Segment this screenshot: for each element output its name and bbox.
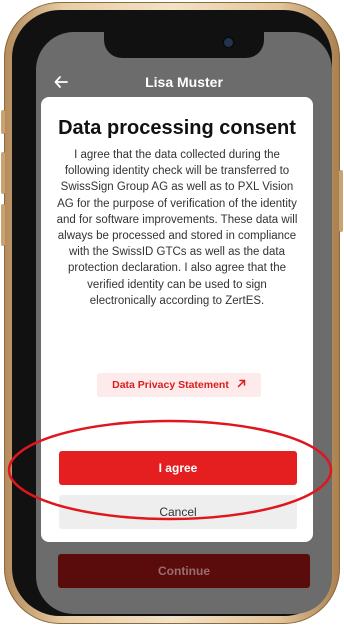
phone-side-button bbox=[1, 152, 5, 194]
camera-icon bbox=[224, 38, 233, 47]
agree-button[interactable]: I agree bbox=[59, 451, 297, 485]
phone-side-button bbox=[1, 110, 5, 134]
privacy-link-label: Data Privacy Statement bbox=[112, 379, 229, 391]
app-header: Lisa Muster bbox=[36, 68, 332, 98]
consent-text: I agree that the data collected during t… bbox=[56, 149, 298, 307]
dialog-title: Data processing consent bbox=[58, 117, 296, 139]
arrow-up-right-icon bbox=[237, 379, 246, 391]
continue-button[interactable]: Continue bbox=[58, 554, 310, 588]
data-privacy-statement-link[interactable]: Data Privacy Statement bbox=[97, 373, 261, 397]
phone-side-button bbox=[339, 170, 343, 232]
page-title: Lisa Muster bbox=[145, 74, 223, 90]
phone-side-button bbox=[1, 204, 5, 246]
consent-dialog: Data processing consent I agree that the… bbox=[41, 97, 313, 542]
cancel-button[interactable]: Cancel bbox=[59, 495, 297, 529]
notch bbox=[104, 32, 264, 58]
